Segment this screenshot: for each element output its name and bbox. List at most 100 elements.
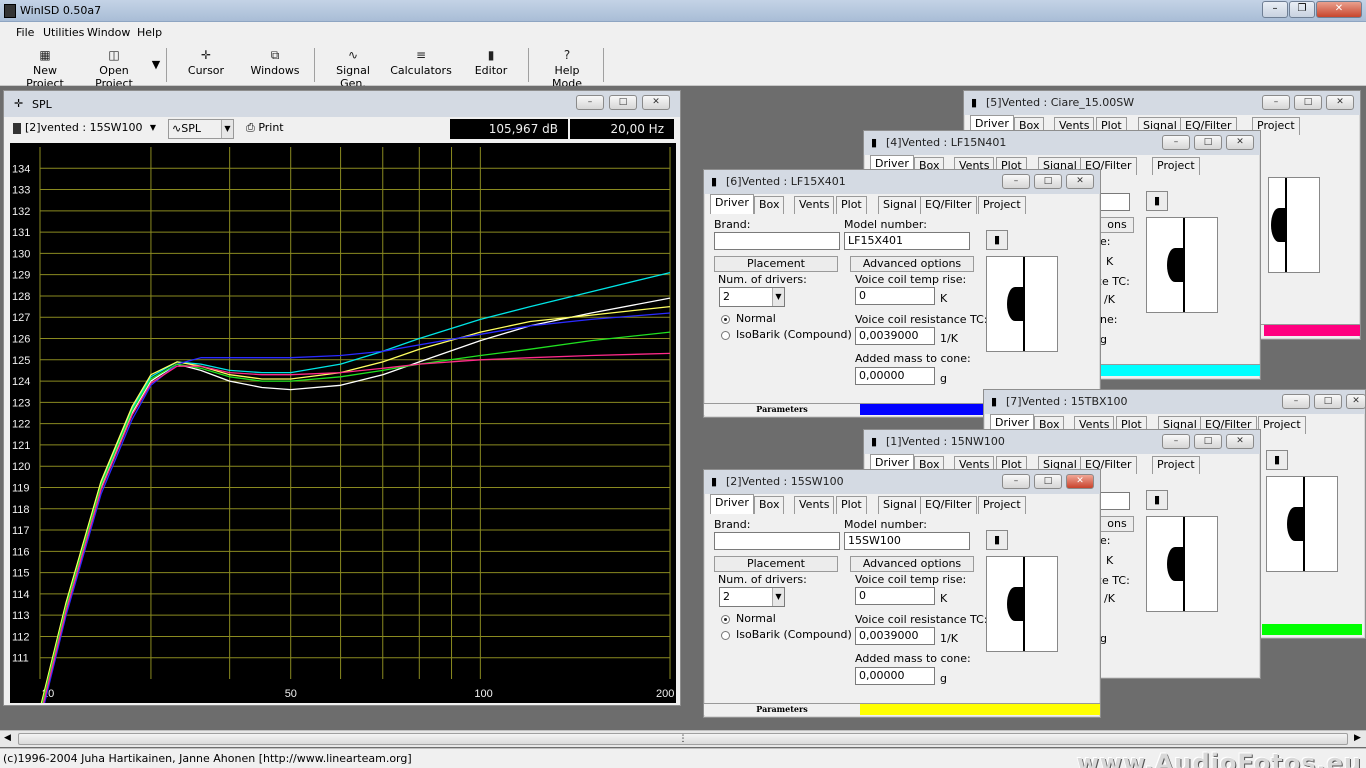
mass-field[interactable]: 0,00000 bbox=[855, 667, 935, 685]
spl-chart[interactable]: 111 112 113 114 115 116 117 118 119 120 121 122 123 1… bbox=[10, 143, 676, 703]
vc-res-field[interactable]: 0,0039000 bbox=[855, 327, 935, 345]
graph-select[interactable]: ∿SPL ▼ bbox=[168, 119, 234, 139]
tab-project[interactable]: Project bbox=[1258, 416, 1306, 434]
spl-maximize-button[interactable]: □ bbox=[609, 95, 637, 110]
window-5-close[interactable]: ✕ bbox=[1326, 95, 1354, 110]
normal-radio[interactable] bbox=[721, 315, 730, 324]
speaker-icon[interactable]: ▮ bbox=[986, 230, 1008, 250]
project-window-6[interactable]: ▮ [6]Vented : LF15X401 – □ ✕ Driver Box … bbox=[703, 169, 1101, 418]
close-button[interactable]: ✕ bbox=[1316, 1, 1362, 18]
window-2-minimize[interactable]: – bbox=[1002, 474, 1030, 489]
isobarik-radio[interactable] bbox=[721, 331, 730, 340]
vc-temp-field[interactable]: 0 bbox=[855, 587, 935, 605]
tab-project[interactable]: Project bbox=[978, 496, 1026, 514]
minimize-button[interactable]: – bbox=[1262, 1, 1288, 18]
window-2-maximize[interactable]: □ bbox=[1034, 474, 1062, 489]
tab-project[interactable]: Project bbox=[1152, 456, 1200, 474]
tab-box[interactable]: Box bbox=[754, 496, 785, 514]
project-select[interactable]: [2]vented : 15SW100 ▼ bbox=[10, 119, 158, 139]
tab-project[interactable]: Project bbox=[1152, 157, 1200, 175]
scroll-left-icon[interactable]: ◀ bbox=[4, 733, 11, 743]
horizontal-scrollbar[interactable]: ◀ ⋮ ▶ bbox=[0, 730, 1366, 747]
speaker-icon[interactable]: ▮ bbox=[1146, 191, 1168, 211]
window-4-minimize[interactable]: – bbox=[1162, 135, 1190, 150]
window-4-close[interactable]: ✕ bbox=[1226, 135, 1254, 150]
speaker-icon[interactable]: ▮ bbox=[1146, 490, 1168, 510]
help-mode-button[interactable]: ? Help Mode bbox=[538, 48, 596, 90]
placement-button[interactable]: Placement bbox=[714, 556, 838, 572]
window-5-minimize[interactable]: – bbox=[1262, 95, 1290, 110]
tab-project[interactable]: Project bbox=[978, 196, 1026, 214]
window-7-minimize[interactable]: – bbox=[1282, 394, 1310, 409]
tab-eq-filter[interactable]: EQ/Filter bbox=[920, 196, 977, 214]
print-button[interactable]: ⎙ Print bbox=[246, 121, 284, 135]
editor-button[interactable]: ▮ Editor bbox=[470, 48, 512, 77]
vc-res-field[interactable]: 0,0039000 bbox=[855, 627, 935, 645]
window-6-close[interactable]: ✕ bbox=[1066, 174, 1094, 189]
advanced-options-button[interactable]: Advanced options bbox=[850, 556, 974, 572]
tab-driver[interactable]: Driver bbox=[710, 494, 754, 514]
window-6-maximize[interactable]: □ bbox=[1034, 174, 1062, 189]
signal-gen-button[interactable]: ∿ Signal Gen. bbox=[322, 48, 384, 90]
menu-file[interactable]: File bbox=[16, 26, 34, 39]
spl-window[interactable]: ✛ SPL – □ ✕ [2]vented : 15SW100 ▼ ∿SPL ▼… bbox=[3, 90, 681, 706]
vc-temp-field[interactable]: 0 bbox=[855, 287, 935, 305]
windows-button[interactable]: ⧉ Windows bbox=[246, 48, 304, 77]
tab-driver[interactable]: Driver bbox=[710, 194, 754, 214]
num-drivers-select[interactable]: 2 ▼ bbox=[719, 587, 785, 607]
parameters-tab[interactable]: Parameters bbox=[706, 704, 858, 715]
normal-radio[interactable] bbox=[721, 615, 730, 624]
isobarik-radio[interactable] bbox=[721, 631, 730, 640]
window-7-maximize[interactable]: □ bbox=[1314, 394, 1342, 409]
model-number-field[interactable]: LF15X401 bbox=[844, 232, 970, 250]
num-drivers-select[interactable]: 2 ▼ bbox=[719, 287, 785, 307]
spl-minimize-button[interactable]: – bbox=[576, 95, 604, 110]
model-number-field[interactable] bbox=[1100, 492, 1130, 510]
placement-button[interactable]: Placement bbox=[714, 256, 838, 272]
window-1-close[interactable]: ✕ bbox=[1226, 434, 1254, 449]
parameters-tab[interactable]: Parameters bbox=[706, 404, 858, 415]
advanced-options-button[interactable]: ons bbox=[1100, 217, 1134, 233]
speaker-icon[interactable]: ▮ bbox=[1266, 450, 1288, 470]
spl-close-button[interactable]: ✕ bbox=[642, 95, 670, 110]
speaker-icon[interactable]: ▮ bbox=[986, 530, 1008, 550]
maximize-button[interactable]: ❐ bbox=[1289, 1, 1315, 18]
calculators-button[interactable]: ≡ Calculators bbox=[390, 48, 452, 77]
tab-plot[interactable]: Plot bbox=[836, 196, 867, 214]
open-project-button[interactable]: ◫ Open Project bbox=[80, 48, 148, 90]
window-5-maximize[interactable]: □ bbox=[1294, 95, 1322, 110]
open-project-dropdown[interactable]: ▼ bbox=[150, 58, 162, 71]
menu-help[interactable]: Help bbox=[137, 26, 162, 39]
advanced-options-button[interactable]: Advanced options bbox=[850, 256, 974, 272]
tab-signal[interactable]: Signal bbox=[878, 496, 922, 514]
tab-box[interactable]: Box bbox=[754, 196, 785, 214]
tab-vents[interactable]: Vents bbox=[794, 196, 835, 214]
mass-field[interactable]: 0,00000 bbox=[855, 367, 935, 385]
tab-vents[interactable]: Vents bbox=[794, 496, 835, 514]
brand-field[interactable] bbox=[714, 532, 840, 550]
brand-field[interactable] bbox=[714, 232, 840, 250]
scrollbar-thumb[interactable]: ⋮ bbox=[18, 733, 1348, 745]
window-7-close[interactable]: ✕ bbox=[1346, 394, 1366, 409]
sine-wave-icon: ∿ bbox=[347, 48, 359, 62]
menu-window[interactable]: Window bbox=[87, 26, 130, 39]
tab-signal[interactable]: Signal bbox=[878, 196, 922, 214]
model-number-field[interactable] bbox=[1100, 193, 1130, 211]
model-number-field[interactable]: 15SW100 bbox=[844, 532, 970, 550]
window-6-minimize[interactable]: – bbox=[1002, 174, 1030, 189]
vc-temp-label: Voice coil temp rise: bbox=[855, 273, 967, 286]
advanced-options-button[interactable]: ons bbox=[1100, 516, 1134, 532]
menu-utilities[interactable]: Utilities bbox=[43, 26, 84, 39]
project-window-2[interactable]: ▮ [2]Vented : 15SW100 – □ ✕ Driver Box V… bbox=[703, 469, 1101, 718]
new-project-button[interactable]: ▦ New Project bbox=[14, 48, 76, 90]
driver-diagram bbox=[1266, 476, 1338, 572]
cursor-button[interactable]: ✛ Cursor bbox=[180, 48, 232, 77]
window-2-close[interactable]: ✕ bbox=[1066, 474, 1094, 489]
window-1-minimize[interactable]: – bbox=[1162, 434, 1190, 449]
tab-eq-filter[interactable]: EQ/Filter bbox=[920, 496, 977, 514]
scroll-right-icon[interactable]: ▶ bbox=[1354, 733, 1361, 743]
window-1-maximize[interactable]: □ bbox=[1194, 434, 1222, 449]
window-4-maximize[interactable]: □ bbox=[1194, 135, 1222, 150]
tab-plot[interactable]: Plot bbox=[836, 496, 867, 514]
series-line-3 bbox=[40, 305, 671, 703]
